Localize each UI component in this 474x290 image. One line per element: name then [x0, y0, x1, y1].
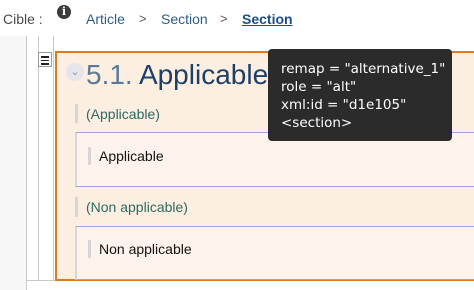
- alternative-marker: [75, 197, 78, 217]
- tooltip-line: xml:id = "d1e105": [281, 97, 407, 113]
- section-title-text: Applicable: [138, 59, 269, 90]
- left-gutter: [0, 36, 26, 290]
- info-icon[interactable]: i: [57, 5, 71, 19]
- paragraph-marker: [88, 147, 91, 165]
- paragraph-marker: [88, 240, 91, 258]
- hamburger-icon[interactable]: [38, 52, 52, 67]
- structure-rail: [53, 36, 54, 280]
- attributes-tooltip: remap = "alternative_1" role = "alt" xml…: [268, 49, 452, 141]
- alternative-marker: [75, 104, 78, 123]
- breadcrumb: Cible : i Article > Section > Section: [0, 0, 474, 36]
- breadcrumb-prefix: Cible :: [3, 11, 43, 27]
- section-number: 5.1.: [86, 59, 133, 90]
- alternative-content: Applicable: [99, 148, 164, 164]
- breadcrumb-separator: >: [220, 11, 228, 26]
- breadcrumb-item-article[interactable]: Article: [86, 11, 125, 27]
- breadcrumb-separator: >: [139, 11, 147, 26]
- tooltip-line: role = "alt": [281, 79, 357, 95]
- tooltip-line: <section>: [281, 115, 353, 131]
- alternative-label: (Applicable): [86, 106, 160, 122]
- structure-rail: [26, 36, 27, 290]
- breadcrumb-item-current-section[interactable]: Section: [242, 11, 293, 27]
- alternative-content: Non applicable: [99, 241, 192, 257]
- structure-rail-end: [26, 280, 55, 281]
- breadcrumb-item-section[interactable]: Section: [161, 11, 208, 27]
- tooltip-line: remap = "alternative_1": [281, 61, 446, 77]
- structure-rail: [38, 36, 39, 280]
- section-title: 5.1. Applicable: [86, 59, 268, 91]
- alternative-label: (Non applicable): [86, 199, 188, 215]
- chevron-down-icon[interactable]: ⌄: [66, 63, 84, 81]
